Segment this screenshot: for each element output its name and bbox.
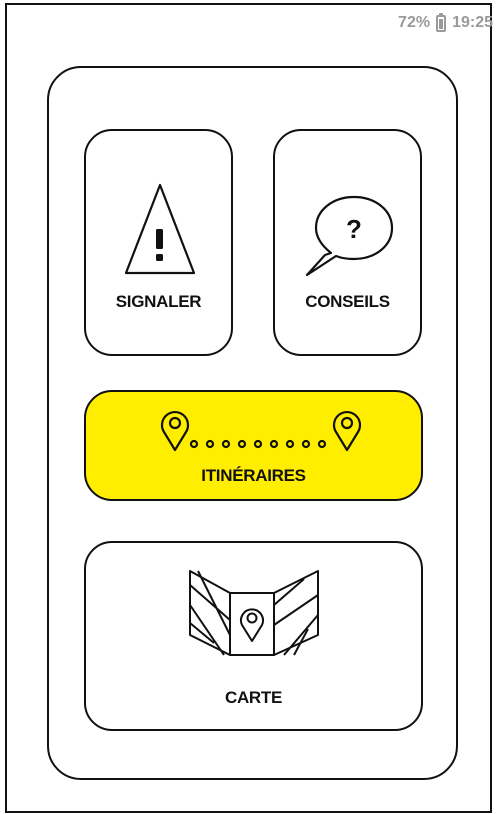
conseils-button[interactable]: ? CONSEILS (273, 129, 422, 356)
signaler-button[interactable]: SIGNALER (84, 129, 233, 356)
status-bar: 72% 19:25 (398, 12, 493, 32)
signaler-label: SIGNALER (115, 292, 202, 311)
itineraires-label: ITINÉRAIRES (201, 466, 306, 485)
route-pins-icon (160, 411, 362, 452)
warning-triangle-icon (124, 183, 196, 275)
itineraires-button[interactable]: ITINÉRAIRES (84, 390, 423, 501)
battery-icon (436, 12, 447, 32)
svg-text:?: ? (346, 214, 362, 244)
conseils-label: CONSEILS (305, 292, 390, 311)
folded-map-pin-icon (189, 570, 319, 656)
carte-button[interactable]: CARTE (84, 541, 423, 731)
clock-time: 19:25 (452, 14, 493, 31)
carte-label: CARTE (224, 688, 283, 707)
battery-percent: 72% (398, 14, 431, 31)
question-speech-bubble-icon: ? (305, 195, 394, 277)
